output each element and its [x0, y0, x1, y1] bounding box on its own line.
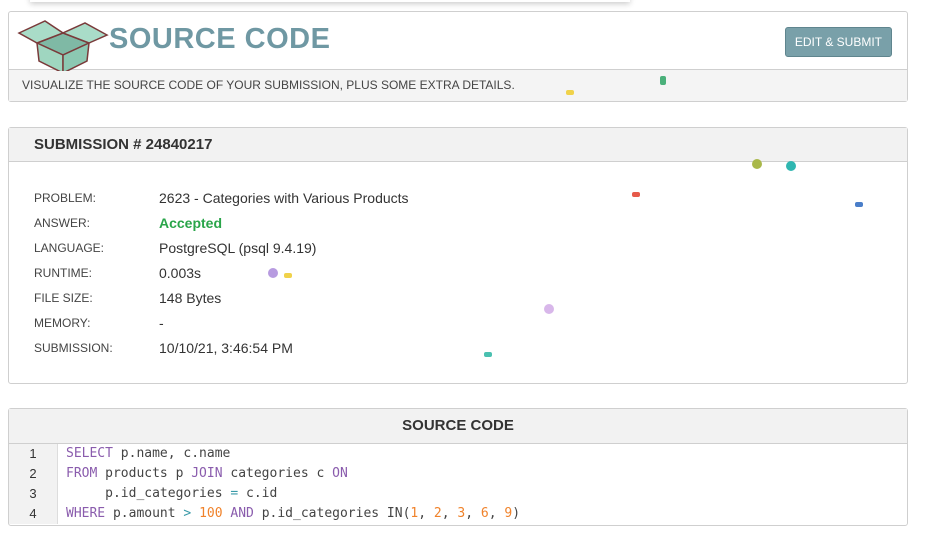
- detail-value: 2623 - Categories with Various Products: [159, 189, 409, 206]
- code-token: ): [512, 506, 521, 521]
- code-line: 1 SELECT p.name, c.name: [9, 444, 907, 464]
- line-number: 4: [9, 504, 58, 524]
- confetti: [660, 76, 666, 85]
- detail-label: SUBMISSION:: [34, 340, 113, 355]
- code-token: ,: [465, 506, 481, 521]
- code-token: 6: [480, 506, 489, 521]
- code-token: 9: [504, 506, 513, 521]
- source-code-title: SOURCE CODE: [9, 409, 907, 444]
- code-viewer[interactable]: 1 SELECT p.name, c.name 2 FROM products p J…: [9, 444, 907, 524]
- detail-label: RUNTIME:: [34, 265, 92, 280]
- detail-label: FILE SIZE:: [34, 290, 93, 305]
- code-token: WHERE: [66, 506, 106, 521]
- code-token: ,: [418, 506, 434, 521]
- detail-value: 10/10/21, 3:46:54 PM: [159, 339, 293, 356]
- detail-value: 148 Bytes: [159, 289, 222, 306]
- code-token: ON: [332, 466, 348, 481]
- code-token: products p: [97, 466, 192, 481]
- code-text: SELECT p.name, c.name: [58, 444, 230, 464]
- code-token: p.id_categories IN(: [253, 506, 411, 521]
- code-token: 2: [433, 506, 442, 521]
- detail-row: SUBMISSION: 10/10/21, 3:46:54 PM: [9, 335, 907, 360]
- page-subtitle: VISUALIZE THE SOURCE CODE OF YOUR SUBMIS…: [9, 69, 907, 101]
- code-text: FROM products p JOIN categories c ON: [58, 464, 348, 484]
- code-token: SELECT: [66, 446, 113, 461]
- detail-value: PostgreSQL (psql 9.4.19): [159, 239, 317, 256]
- confetti: [284, 273, 292, 278]
- code-token: 100: [199, 506, 223, 521]
- confetti: [632, 192, 640, 197]
- confetti: [855, 202, 863, 207]
- code-token: JOIN: [191, 466, 223, 481]
- detail-row: ANSWER: Accepted: [9, 210, 907, 235]
- detail-row: MEMORY: -: [9, 310, 907, 335]
- confetti: [268, 268, 278, 278]
- line-number: 3: [9, 484, 58, 504]
- code-token: ,: [441, 506, 458, 521]
- confetti: [752, 159, 762, 169]
- code-text: WHERE p.amount > 100 AND p.id_categories…: [58, 504, 520, 524]
- source-code-panel: SOURCE CODE 1 SELECT p.name, c.name 2 FROM …: [8, 408, 908, 526]
- detail-row: FILE SIZE: 148 Bytes: [9, 285, 907, 310]
- code-line: 3 p.id_categories = c.id: [9, 484, 907, 504]
- confetti: [544, 304, 554, 314]
- submission-panel: SUBMISSION # 24840217 PROBLEM: 2623 - Cat…: [8, 127, 908, 384]
- detail-value: -: [159, 314, 164, 331]
- detail-value: 0.003s: [159, 264, 202, 281]
- top-bar-shadow: [30, 0, 630, 2]
- code-token: AND: [230, 506, 254, 521]
- line-number: 1: [9, 444, 58, 464]
- edit-submit-button[interactable]: EDIT & SUBMIT: [784, 27, 892, 57]
- detail-label: MEMORY:: [34, 315, 91, 330]
- page-title: SOURCE CODE: [109, 23, 331, 55]
- confetti: [786, 161, 796, 171]
- detail-row: PROBLEM: 2623 - Categories with Various P…: [9, 185, 907, 210]
- submission-title: SUBMISSION # 24840217: [9, 128, 907, 162]
- detail-row: RUNTIME: 0.003s: [9, 260, 907, 285]
- code-token: p.amount: [105, 506, 184, 521]
- code-text: p.id_categories = c.id: [58, 484, 277, 504]
- detail-label: LANGUAGE:: [34, 240, 105, 255]
- code-token: c.id: [238, 486, 278, 501]
- code-token: p.id_categories: [66, 486, 231, 501]
- code-token: FROM: [66, 466, 98, 481]
- detail-row: LANGUAGE: PostgreSQL (psql 9.4.19): [9, 235, 907, 260]
- code-line: 4 WHERE p.amount > 100 AND p.id_categorie…: [9, 504, 907, 524]
- source-code-header-panel: SOURCE CODE EDIT & SUBMIT VISUALIZE THE …: [8, 11, 908, 102]
- code-line: 2 FROM products p JOIN categories c ON: [9, 464, 907, 484]
- detail-label: ANSWER:: [34, 215, 91, 230]
- code-token: categories c: [222, 466, 333, 481]
- code-token: ,: [488, 506, 505, 521]
- detail-label: PROBLEM:: [34, 190, 97, 205]
- confetti: [484, 352, 492, 357]
- detail-value: Accepted: [159, 214, 223, 231]
- open-box-icon: [17, 20, 109, 71]
- code-token: p.name, c.name: [112, 446, 231, 461]
- confetti: [566, 90, 574, 95]
- line-number: 2: [9, 464, 58, 484]
